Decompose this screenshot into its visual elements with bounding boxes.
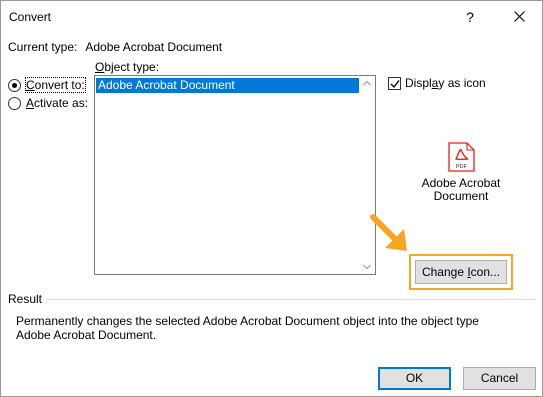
result-text: Permanently changes the selected Adobe A… xyxy=(16,314,479,342)
activate-as-option[interactable]: Activate as: xyxy=(8,95,88,111)
annotation-arrow-icon xyxy=(370,214,407,251)
close-button[interactable] xyxy=(507,6,531,28)
help-button[interactable]: ? xyxy=(459,6,481,28)
pdf-badge: PDF xyxy=(456,164,468,170)
activate-as-label: Activate as: xyxy=(26,96,89,110)
result-label: Result xyxy=(8,292,43,306)
current-type: Current type: Adobe Acrobat Document xyxy=(8,40,222,54)
convert-to-option[interactable]: Convert to: xyxy=(8,77,86,93)
convert-dialog: Convert ? Current type: Adobe Acrobat Doc… xyxy=(0,0,543,397)
current-type-label: Current type: xyxy=(8,40,78,54)
ok-button[interactable]: OK xyxy=(378,367,451,390)
checkmark-icon xyxy=(390,79,400,88)
object-type-label: Object type: xyxy=(95,60,160,74)
scroll-up-arrow-icon[interactable] xyxy=(363,79,371,87)
scroll-down-arrow-icon[interactable] xyxy=(363,263,371,271)
object-type-listbox[interactable]: Adobe Acrobat Document xyxy=(94,75,376,275)
icon-caption: Adobe Acrobat Document xyxy=(411,177,511,203)
activate-as-radio[interactable] xyxy=(8,96,21,110)
current-type-value: Adobe Acrobat Document xyxy=(85,40,223,54)
change-icon-button[interactable]: Change Icon... xyxy=(415,260,507,284)
result-divider xyxy=(46,299,536,300)
window-title: Convert xyxy=(9,10,52,24)
close-icon xyxy=(513,11,525,22)
icon-caption-line2: Document xyxy=(433,189,489,203)
list-item[interactable]: Adobe Acrobat Document xyxy=(96,78,359,93)
convert-to-label: Convert to: xyxy=(25,77,86,93)
pdf-file-icon: PDF xyxy=(448,142,475,172)
cancel-button[interactable]: Cancel xyxy=(463,367,536,390)
display-as-icon-option[interactable]: Display as icon xyxy=(388,76,486,90)
convert-to-radio[interactable] xyxy=(8,78,21,92)
display-as-icon-checkbox[interactable] xyxy=(388,76,401,90)
display-as-icon-label: Display as icon xyxy=(405,76,486,90)
title-bar: Convert ? xyxy=(1,1,542,33)
